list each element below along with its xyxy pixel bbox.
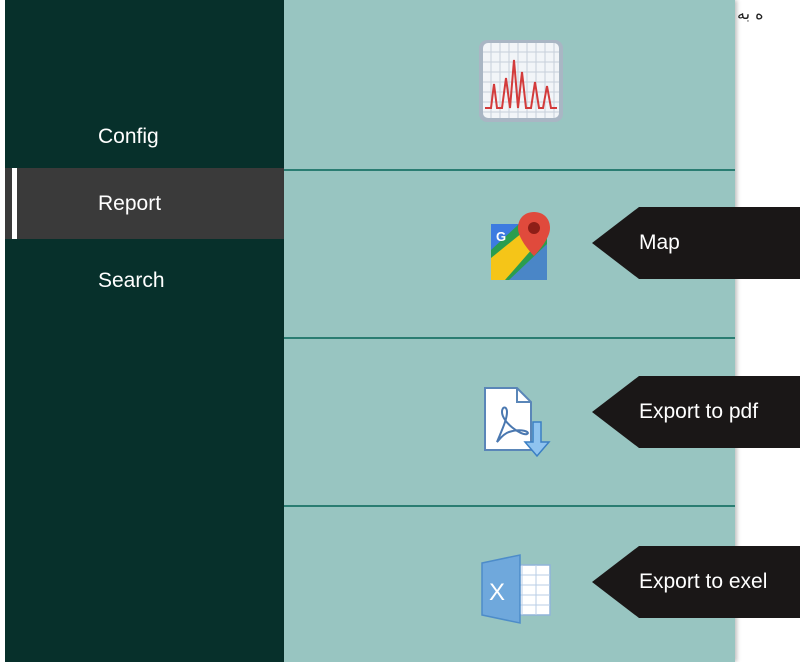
callout-label: Export to pdf — [639, 400, 759, 423]
divider — [284, 337, 735, 339]
sidebar-item-label: Search — [98, 268, 165, 292]
divider — [284, 505, 735, 507]
sidebar-item-search[interactable]: Search — [5, 245, 284, 316]
sidebar-item-config[interactable]: Config — [5, 101, 284, 172]
svg-text:G: G — [496, 229, 506, 244]
sidebar-item-report[interactable]: Report — [5, 168, 284, 239]
callout-label: Map — [639, 231, 680, 254]
line-chart-icon[interactable] — [477, 38, 565, 124]
corner-text: ه به — [737, 4, 764, 23]
pdf-export-icon[interactable] — [481, 384, 553, 460]
sidebar: Config Report Search — [5, 0, 284, 662]
google-maps-icon[interactable]: G — [489, 210, 553, 284]
sidebar-item-label: Config — [98, 124, 159, 148]
excel-export-icon[interactable]: X — [478, 553, 553, 625]
divider — [284, 169, 735, 171]
svg-text:X: X — [489, 579, 505, 606]
callout-label: Export to exel — [639, 570, 768, 593]
sidebar-item-label: Report — [98, 191, 162, 215]
